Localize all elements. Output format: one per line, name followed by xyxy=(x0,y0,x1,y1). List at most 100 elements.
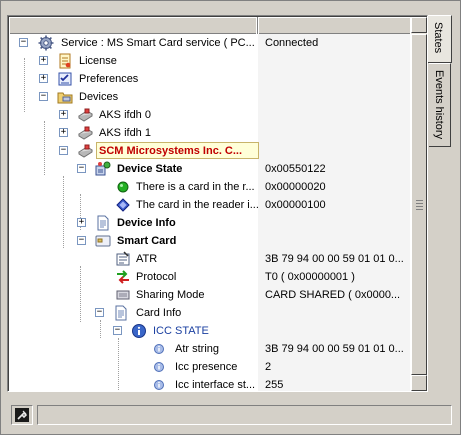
tree-view[interactable]: − Service : MS Smart Card service ( PC..… xyxy=(7,15,428,392)
collapse-toggle[interactable]: − xyxy=(59,146,68,155)
scroll-up-button[interactable] xyxy=(411,17,427,33)
tree-row-label: SCM Microsystems Inc. C... xyxy=(99,145,243,157)
tree-row-label: Service : MS Smart Card service ( PC... xyxy=(61,37,255,49)
tree-row-label: Smart Card xyxy=(117,235,177,247)
license-icon xyxy=(59,53,71,69)
expand-toggle[interactable]: + xyxy=(59,110,68,119)
tree-row-label: ICC STATE xyxy=(153,325,209,337)
tab-label: Events history xyxy=(433,70,445,140)
collapse-toggle[interactable]: − xyxy=(39,92,48,101)
scrollbar-thumb[interactable] xyxy=(411,34,427,375)
collapse-toggle[interactable]: − xyxy=(77,164,86,173)
card-reader-icon xyxy=(78,144,93,158)
tree-row-label: Atr string xyxy=(175,343,220,355)
card-reader-icon xyxy=(78,126,93,140)
status-bar xyxy=(7,405,454,425)
tab-events-history[interactable]: Events history xyxy=(429,63,451,147)
tree-row-value: 0x00000100 xyxy=(265,199,326,211)
tree-row-label: Devices xyxy=(79,91,119,103)
tree-row-label: Card Info xyxy=(136,307,182,319)
tree-row-label: AKS ifdh 1 xyxy=(99,127,151,139)
green-dot-icon xyxy=(117,181,129,193)
folder-devices-icon xyxy=(57,92,73,104)
document-icon xyxy=(115,305,127,321)
tab-label: States xyxy=(432,22,444,54)
tree-row-label: AKS ifdh 0 xyxy=(99,109,151,121)
tree-row-device-info[interactable]: + Device Info xyxy=(9,214,410,232)
collapse-toggle[interactable]: − xyxy=(19,38,28,47)
gear-icon xyxy=(38,35,54,51)
tree-row-protocol[interactable]: Protocol T0 ( 0x00000001 ) xyxy=(9,268,410,286)
expand-toggle[interactable]: + xyxy=(39,56,48,65)
tree-row-scm-microsystems[interactable]: − SCM Microsystems Inc. C... xyxy=(9,142,410,160)
grip-line xyxy=(416,209,423,210)
tree-row-atr[interactable]: ATR 3B 79 94 00 00 59 01 01 0... xyxy=(9,250,410,268)
grip-line xyxy=(416,206,423,207)
scroll-down-button[interactable] xyxy=(411,375,427,391)
tree-row-atr-string[interactable]: Atr string 3B 79 94 00 00 59 01 01 0... xyxy=(9,340,410,358)
collapse-toggle[interactable]: − xyxy=(77,236,86,245)
tree-row-value: 0x00000020 xyxy=(265,181,326,193)
tree-row-label: Icc interface st... xyxy=(175,379,256,391)
tree-row-value: 0x00550122 xyxy=(265,163,326,175)
expand-toggle[interactable]: + xyxy=(77,218,86,227)
tree-row-value: CARD SHARED ( 0x0000... xyxy=(265,289,401,301)
tree-row-label: Preferences xyxy=(79,73,139,85)
grip-line xyxy=(416,200,423,201)
tree-row-value: T0 ( 0x00000001 ) xyxy=(265,271,355,283)
tree-row-label: Protocol xyxy=(136,271,177,283)
tree-row-label: ATR xyxy=(136,253,158,265)
tree-row-aks-ifdh-1[interactable]: + AKS ifdh 1 xyxy=(9,124,410,142)
tree-row-icc-interface[interactable]: Icc interface st... 255 xyxy=(9,376,410,391)
tree-row-label: Device State xyxy=(117,163,183,175)
card-reader-icon xyxy=(78,108,93,122)
tree-row-label: License xyxy=(79,55,117,67)
tree-row-value: 2 xyxy=(265,361,272,373)
tree-row-service[interactable]: − Service : MS Smart Card service ( PC..… xyxy=(9,34,410,52)
tree-row-sharing-mode[interactable]: Sharing Mode CARD SHARED ( 0x0000... xyxy=(9,286,410,304)
collapse-toggle[interactable]: − xyxy=(95,308,104,317)
column-header xyxy=(9,17,410,34)
tab-states[interactable]: States xyxy=(428,15,452,63)
checklist-icon xyxy=(58,72,72,86)
tree-row-value: 3B 79 94 00 00 59 01 01 0... xyxy=(265,253,404,265)
column-header-name[interactable] xyxy=(9,17,258,34)
tree-row-device-state[interactable]: − Device State 0x00550122 xyxy=(9,160,410,178)
tree-row-card-info[interactable]: − Card Info xyxy=(9,304,410,322)
document-icon xyxy=(97,215,109,231)
tree-row-label: Sharing Mode xyxy=(136,289,205,301)
expand-toggle[interactable]: + xyxy=(39,74,48,83)
info-small-icon xyxy=(154,344,164,354)
vertical-scrollbar[interactable] xyxy=(411,17,427,391)
tree-row-smart-card[interactable]: − Smart Card xyxy=(9,232,410,250)
tree-row-aks-ifdh-0[interactable]: + AKS ifdh 0 xyxy=(9,106,410,124)
window-frame: − Service : MS Smart Card service ( PC..… xyxy=(0,0,461,435)
tree-row-devices[interactable]: − Devices xyxy=(9,88,410,106)
tree-row-preferences[interactable]: + Preferences xyxy=(9,70,410,88)
info-small-icon xyxy=(154,362,164,372)
info-icon xyxy=(132,324,146,338)
tree-row-card-present[interactable]: There is a card in the r... 0x00000020 xyxy=(9,178,410,196)
info-small-icon xyxy=(154,380,164,390)
tree-row-value: 255 xyxy=(265,379,284,391)
column-header-value[interactable] xyxy=(258,17,410,34)
blue-diamond-icon xyxy=(116,198,130,212)
tree-row-license[interactable]: + License xyxy=(9,52,410,70)
protocol-arrows-icon xyxy=(117,270,129,284)
tree-row-value: 3B 79 94 00 00 59 01 01 0... xyxy=(265,343,404,355)
expand-toggle[interactable]: + xyxy=(59,128,68,137)
device-state-icon xyxy=(95,161,111,176)
tree-row-value: Connected xyxy=(265,37,319,49)
tree-row-icc-presence[interactable]: Icc presence 2 xyxy=(9,358,410,376)
status-text-cell xyxy=(37,405,452,425)
status-icon-cell[interactable] xyxy=(11,405,33,425)
tree-row-card-in-reader[interactable]: The card in the reader i... 0x00000100 xyxy=(9,196,410,214)
tree-row-label: There is a card in the r... xyxy=(136,181,255,193)
smart-card-icon xyxy=(95,235,111,247)
tree-row-label: The card in the reader i... xyxy=(136,199,258,211)
collapse-toggle[interactable]: − xyxy=(113,326,122,335)
tree-row-icc-state[interactable]: − ICC STATE xyxy=(9,322,410,340)
tree-row-label: Device Info xyxy=(117,217,176,229)
tree-row-label: Icc presence xyxy=(175,361,238,373)
atr-icon xyxy=(116,251,130,266)
